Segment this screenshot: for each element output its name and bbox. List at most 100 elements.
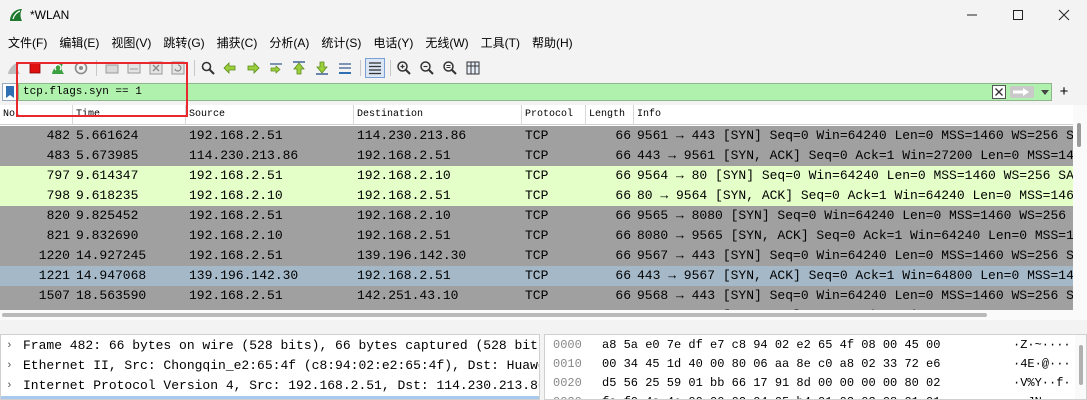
go-last-packet-button[interactable] [312,58,332,78]
detail-tree-item[interactable]: › Internet Protocol Version 4, Src: 192.1… [1,376,539,396]
colorize-button[interactable] [365,58,385,78]
restart-capture-button[interactable] [48,58,68,78]
zoom-out-icon [420,61,434,75]
bytes-off: 0010 [553,357,582,371]
apply-filter-arrow-icon[interactable] [1010,86,1034,98]
window-title: *WLAN [30,8,70,22]
packet-cell-no: 483 [46,148,70,163]
packet-cell-proto: TCP [525,168,549,183]
menu-item-4[interactable]: 捕获(C) [211,32,264,54]
go-to-packet-button[interactable] [266,58,286,78]
maximize-button[interactable] [995,0,1041,30]
menu-bar: 文件(F) 编辑(E) 视图(V) 跳转(G) 捕获(C) 分析(A) 统计(S) 电话(Y)… [0,32,1087,54]
column-header-time[interactable]: Time [73,105,186,125]
save-file-button[interactable] [124,58,144,78]
packet-cell-len: 66 [615,148,631,163]
column-header-source[interactable]: Source [186,105,354,125]
restart-capture-icon [52,62,64,74]
capture-options-button[interactable] [71,58,91,78]
zoom-in-button[interactable] [394,58,414,78]
menu-item-6[interactable]: 统计(S) [315,32,367,54]
expand-chevron-icon[interactable]: › [6,356,13,376]
menu-item-10[interactable]: 帮助(H) [526,32,579,54]
menu-item-5[interactable]: 分析(A) [263,32,315,54]
column-header-destination[interactable]: Destination [354,105,522,125]
go-back-icon [223,62,236,74]
start-capture-button[interactable] [4,58,24,78]
packet-row[interactable]: 482 5.661624 192.168.2.51 114.230.213.86 TCP… [0,126,1073,146]
minimize-button[interactable] [949,0,995,30]
minimize-icon [967,14,977,16]
title-bar: *WLAN [0,0,1087,32]
scrollbar-thumb[interactable] [1079,345,1083,385]
go-forward-button[interactable] [243,58,263,78]
column-header-protocol[interactable]: Protocol [522,105,586,125]
go-first-packet-button[interactable] [289,58,309,78]
bytes-row[interactable]: 0000 a8 5a e0 7e df e7 c8 94 02 e2 65 4f … [545,336,1086,355]
menu-item-7[interactable]: 电话(Y) [367,32,419,54]
menu-item-3[interactable]: 跳转(G) [157,32,210,54]
scrollbar-thumb[interactable] [1077,123,1081,147]
menu-item-9[interactable]: 工具(T) [475,32,526,54]
shark-fin-start-icon [8,62,20,74]
menu-item-0[interactable]: 文件(F) [2,32,53,54]
packet-row[interactable]: 1220 14.927245 192.168.2.51 139.196.142.30 T… [0,246,1073,266]
close-window-button[interactable] [1041,0,1087,30]
zoom-out-button[interactable] [417,58,437,78]
open-file-button[interactable] [102,58,122,78]
menu-item-2[interactable]: 视图(V) [105,32,157,54]
expand-chevron-icon[interactable]: › [6,376,13,396]
packet-list-vertical-scrollbar[interactable] [1073,105,1087,320]
display-filter-bar: tcp.flags.syn == 1 + [0,82,1087,102]
detail-tree-item[interactable]: › Frame 482: 66 bytes on wire (528 bits),… [1,336,539,356]
packet-cell-info: 443 → 9561 [SYN, ACK] Seq=0 Ack=1 Win=27… [637,148,1073,163]
close-file-icon [149,61,163,75]
resize-columns-button[interactable] [463,58,483,78]
display-filter-input[interactable]: tcp.flags.syn == 1 [18,83,1052,101]
packet-row[interactable]: 1507 18.563590 192.168.2.51 142.251.43.10 TC… [0,286,1073,306]
bytes-scrollbar[interactable] [1075,335,1086,399]
bytes-row[interactable]: 0010 00 34 45 1d 40 00 80 06 aa 8e c0 a8 … [545,355,1086,374]
close-file-button[interactable] [146,58,166,78]
packet-row[interactable]: 821 9.832690 192.168.2.10 192.168.2.51 TCP 66… [0,226,1073,246]
detail-tree-item[interactable]: › Ethernet II, Src: Chongqin_e2:65:4f (c8… [1,356,539,376]
scrollbar-thumb[interactable] [2,313,987,317]
stop-capture-icon [29,62,41,74]
menu-item-1[interactable]: 编辑(E) [53,32,105,54]
packet-cell-time: 5.673985 [76,148,139,163]
clear-filter-icon[interactable] [992,85,1006,99]
filter-history-dropdown-icon[interactable] [1040,86,1050,98]
bytes-row[interactable]: 0020 d5 56 25 59 01 bb 66 17 91 8d 00 00 … [545,374,1086,393]
packet-row[interactable]: 797 9.614347 192.168.2.51 192.168.2.10 TCP 66… [0,166,1073,186]
auto-scroll-icon [339,63,351,74]
packet-row[interactable]: 820 9.825452 192.168.2.51 192.168.2.10 TCP 66… [0,206,1073,226]
packet-cell-info: 443 → 9567 [SYN, ACK] Seq=0 Ack=1 Win=64… [637,268,1073,283]
expand-chevron-icon[interactable]: › [6,396,13,399]
packet-row[interactable]: 483 5.673985 114.230.213.86 192.168.2.51 TCP… [0,146,1073,166]
packet-cell-info: 8080 → 9565 [SYN, ACK] Seq=0 Ack=1 Win=6… [637,228,1073,243]
column-header-info[interactable]: Info [634,105,1073,125]
packet-cell-dst: 192.168.2.10 [357,168,451,183]
stop-capture-button[interactable] [25,58,45,78]
find-packet-button[interactable] [198,58,218,78]
go-first-packet-icon [293,61,305,75]
expand-chevron-icon[interactable]: › [6,336,13,356]
reload-file-button[interactable] [168,58,188,78]
packet-cell-time: 9.618235 [76,188,139,203]
pane-splitter[interactable] [0,320,1087,334]
packet-cell-info: 9568 → 443 [SYN] Seq=0 Win=64240 Len=0 M… [637,288,1073,303]
auto-scroll-button[interactable] [335,58,355,78]
menu-item-8[interactable]: 无线(W) [419,32,474,54]
packet-row[interactable]: 798 9.618235 192.168.2.10 192.168.2.51 TCP 66… [0,186,1073,206]
filter-bookmark-button[interactable] [2,83,18,101]
add-filter-button-plus-icon[interactable]: + [1057,82,1071,102]
packet-cell-no: 1507 [38,288,70,303]
packet-row[interactable]: 1221 14.947068 139.196.142.30 192.168.2.51 T… [0,266,1073,286]
packet-list-horizontal-scrollbar[interactable] [0,310,1073,320]
go-back-button[interactable] [220,58,240,78]
column-header-no[interactable]: No. [0,105,73,125]
zoom-reset-button[interactable] [440,58,460,78]
column-header-length[interactable]: Length [586,105,634,125]
detail-tree-item[interactable]: › Transmission Control Protocol, Src Port… [1,396,539,399]
bytes-row[interactable]: 0030 fa f0 4a 4e 00 00 02 04 05 b4 01 03 … [545,393,1086,399]
